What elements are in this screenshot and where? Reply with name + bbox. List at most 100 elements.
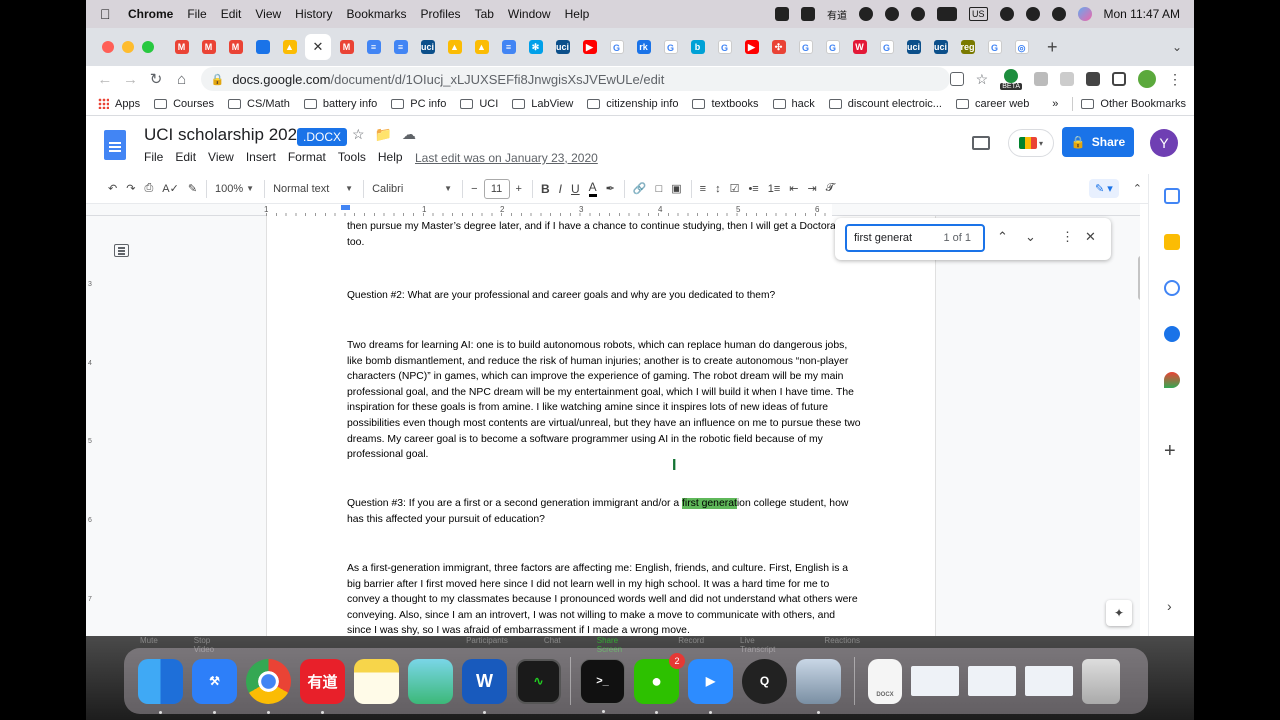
zoom-record[interactable]: Record bbox=[678, 636, 704, 645]
line-spacing-icon[interactable]: ↕ bbox=[715, 183, 721, 195]
zoom-share-screen[interactable]: Share Screen bbox=[597, 636, 642, 654]
menu-file[interactable]: File bbox=[187, 7, 206, 21]
bookmark-folder[interactable]: PC info bbox=[391, 98, 446, 110]
docs-menu-insert[interactable]: Insert bbox=[246, 150, 276, 164]
link-icon[interactable]: 🔗 bbox=[633, 182, 647, 195]
tab-fan[interactable]: ✻ bbox=[524, 34, 547, 60]
puzzle-extensions-icon[interactable] bbox=[1086, 72, 1100, 86]
chrome-menu-icon[interactable]: ⋮ bbox=[1168, 71, 1182, 88]
find-input[interactable]: first generat 1 of 1 bbox=[845, 224, 985, 252]
docs-menu-help[interactable]: Help bbox=[378, 150, 403, 164]
bookmark-folder[interactable]: LabView bbox=[512, 98, 573, 110]
translate-extension-icon[interactable] bbox=[1060, 72, 1074, 86]
redo-icon[interactable]: ↷ bbox=[126, 182, 135, 195]
last-edit-link[interactable]: Last edit was on January 23, 2020 bbox=[415, 151, 598, 165]
bookmark-folder[interactable]: textbooks bbox=[692, 98, 759, 110]
finder-icon[interactable] bbox=[138, 658, 183, 714]
battery-icon[interactable] bbox=[936, 7, 957, 21]
tab-google[interactable]: G bbox=[794, 34, 817, 60]
address-bar[interactable]: 🔒 docs.google.com /document/d/1OIucj_xLJ… bbox=[200, 67, 950, 91]
tab-blue-doc[interactable] bbox=[251, 34, 274, 60]
text-color-icon[interactable]: A bbox=[588, 180, 597, 197]
next-match-icon[interactable]: ⌄ bbox=[1025, 229, 1036, 245]
menu-profiles[interactable]: Profiles bbox=[421, 7, 461, 21]
word-icon[interactable]: W bbox=[462, 658, 507, 714]
tab-google[interactable]: G bbox=[821, 34, 844, 60]
zoom-window-button[interactable] bbox=[142, 41, 154, 53]
collapse-menus-icon[interactable]: ⌃ bbox=[1133, 182, 1142, 195]
moon-icon[interactable] bbox=[884, 7, 899, 21]
zoom-select[interactable]: 100% ▼ bbox=[215, 183, 254, 195]
docs-menu-tools[interactable]: Tools bbox=[338, 150, 366, 164]
tab-uci[interactable]: uci bbox=[929, 34, 952, 60]
more-options-icon[interactable]: ⋮ bbox=[1061, 229, 1074, 245]
paint-format-icon[interactable]: ✎ bbox=[188, 182, 197, 195]
indent-marker[interactable] bbox=[341, 205, 350, 210]
tab-uci[interactable]: uci bbox=[902, 34, 925, 60]
apple-icon[interactable]:  bbox=[100, 6, 114, 22]
image-icon[interactable]: ▣ bbox=[671, 182, 681, 195]
activity-monitor-icon[interactable]: ∿ bbox=[516, 658, 561, 704]
print-icon[interactable]: ⎙ bbox=[144, 182, 153, 195]
chrome-icon[interactable] bbox=[246, 658, 291, 714]
preview-icon[interactable] bbox=[796, 658, 841, 714]
bookmark-folder[interactable]: Courses bbox=[154, 98, 214, 110]
tab-docs[interactable]: ≡ bbox=[497, 34, 520, 60]
youdao-icon[interactable]: 有道 bbox=[827, 7, 847, 22]
increase-font-size-button[interactable]: + bbox=[516, 183, 522, 195]
vertical-scrollbar[interactable] bbox=[1138, 256, 1140, 300]
keep-icon[interactable] bbox=[1164, 234, 1180, 250]
menu-edit[interactable]: Edit bbox=[221, 7, 242, 21]
bookmark-folder[interactable]: UCI bbox=[460, 98, 498, 110]
bold-icon[interactable]: B bbox=[541, 182, 550, 196]
zoom-live-transcript[interactable]: Live Transcript bbox=[740, 636, 788, 654]
new-tab-button[interactable]: + bbox=[1047, 37, 1058, 58]
editing-mode-icon[interactable]: ✎ ▾ bbox=[1088, 179, 1119, 198]
zoom-mute[interactable]: Mute bbox=[140, 636, 158, 645]
tab-gmail[interactable]: M bbox=[335, 34, 358, 60]
user-icon[interactable] bbox=[858, 7, 873, 21]
zoom-participants[interactable]: Participants bbox=[466, 636, 508, 645]
decrease-indent-icon[interactable]: ⇤ bbox=[789, 182, 798, 195]
checklist-icon[interactable]: ☑ bbox=[730, 182, 740, 195]
contacts-icon[interactable] bbox=[1164, 326, 1180, 342]
tab-gmail[interactable]: M bbox=[170, 34, 193, 60]
tab-reg[interactable]: reg bbox=[956, 34, 979, 60]
comment-icon[interactable]: □ bbox=[656, 183, 663, 195]
show-side-panel-icon[interactable]: › bbox=[1167, 598, 1172, 614]
hand-extension-icon[interactable] bbox=[1034, 72, 1048, 86]
explore-icon[interactable]: ✦ bbox=[1106, 600, 1132, 626]
bookmark-star-icon[interactable]: ☆ bbox=[976, 71, 989, 88]
menu-bookmarks[interactable]: Bookmarks bbox=[347, 7, 407, 21]
bookmark-folder[interactable]: battery info bbox=[303, 98, 377, 110]
tab-drive[interactable]: ▲ bbox=[470, 34, 493, 60]
tab-active[interactable]: ✕ bbox=[305, 34, 331, 60]
other-bookmarks[interactable]: Other Bookmarks bbox=[1081, 98, 1186, 110]
docs-menu-file[interactable]: File bbox=[144, 150, 163, 164]
star-icon[interactable]: ☆ bbox=[352, 126, 365, 143]
tab-gmail[interactable]: M bbox=[224, 34, 247, 60]
cloud-status-icon[interactable]: ☁ bbox=[402, 126, 416, 143]
tab-youtube[interactable]: ▶ bbox=[578, 34, 601, 60]
youdao-dict-icon[interactable]: 有道 bbox=[300, 658, 345, 714]
bookmark-folder[interactable]: CS/Math bbox=[228, 98, 290, 110]
menu-app-name[interactable]: Chrome bbox=[128, 7, 173, 21]
bulleted-list-icon[interactable]: •≡ bbox=[748, 183, 758, 195]
wechat-icon[interactable]: ● 2 bbox=[634, 652, 685, 714]
document-title[interactable]: UCI scholarship 2020 bbox=[144, 125, 307, 145]
reload-button[interactable]: ↻ bbox=[143, 70, 169, 88]
bookmark-folder[interactable]: discount electroic... bbox=[828, 98, 942, 110]
previous-match-icon[interactable]: ⌃ bbox=[997, 229, 1008, 245]
clear-formatting-icon[interactable]: 𝓣 bbox=[826, 182, 834, 195]
trash-icon[interactable] bbox=[1082, 658, 1120, 704]
minimize-window-button[interactable] bbox=[122, 41, 134, 53]
monterey-icon[interactable] bbox=[408, 658, 453, 704]
tab-search-icon[interactable]: ⌄ bbox=[1172, 40, 1182, 54]
close-find-icon[interactable]: ✕ bbox=[1085, 229, 1096, 245]
bookmark-folder[interactable]: citizenship info bbox=[587, 98, 678, 110]
tab-google[interactable]: G bbox=[605, 34, 628, 60]
forward-button[interactable]: → bbox=[118, 71, 144, 88]
style-select[interactable]: Normal text ▼ bbox=[273, 183, 353, 195]
bookmark-folder[interactable]: career web bbox=[955, 98, 1029, 110]
bookmark-apps[interactable]: Apps bbox=[98, 98, 140, 110]
